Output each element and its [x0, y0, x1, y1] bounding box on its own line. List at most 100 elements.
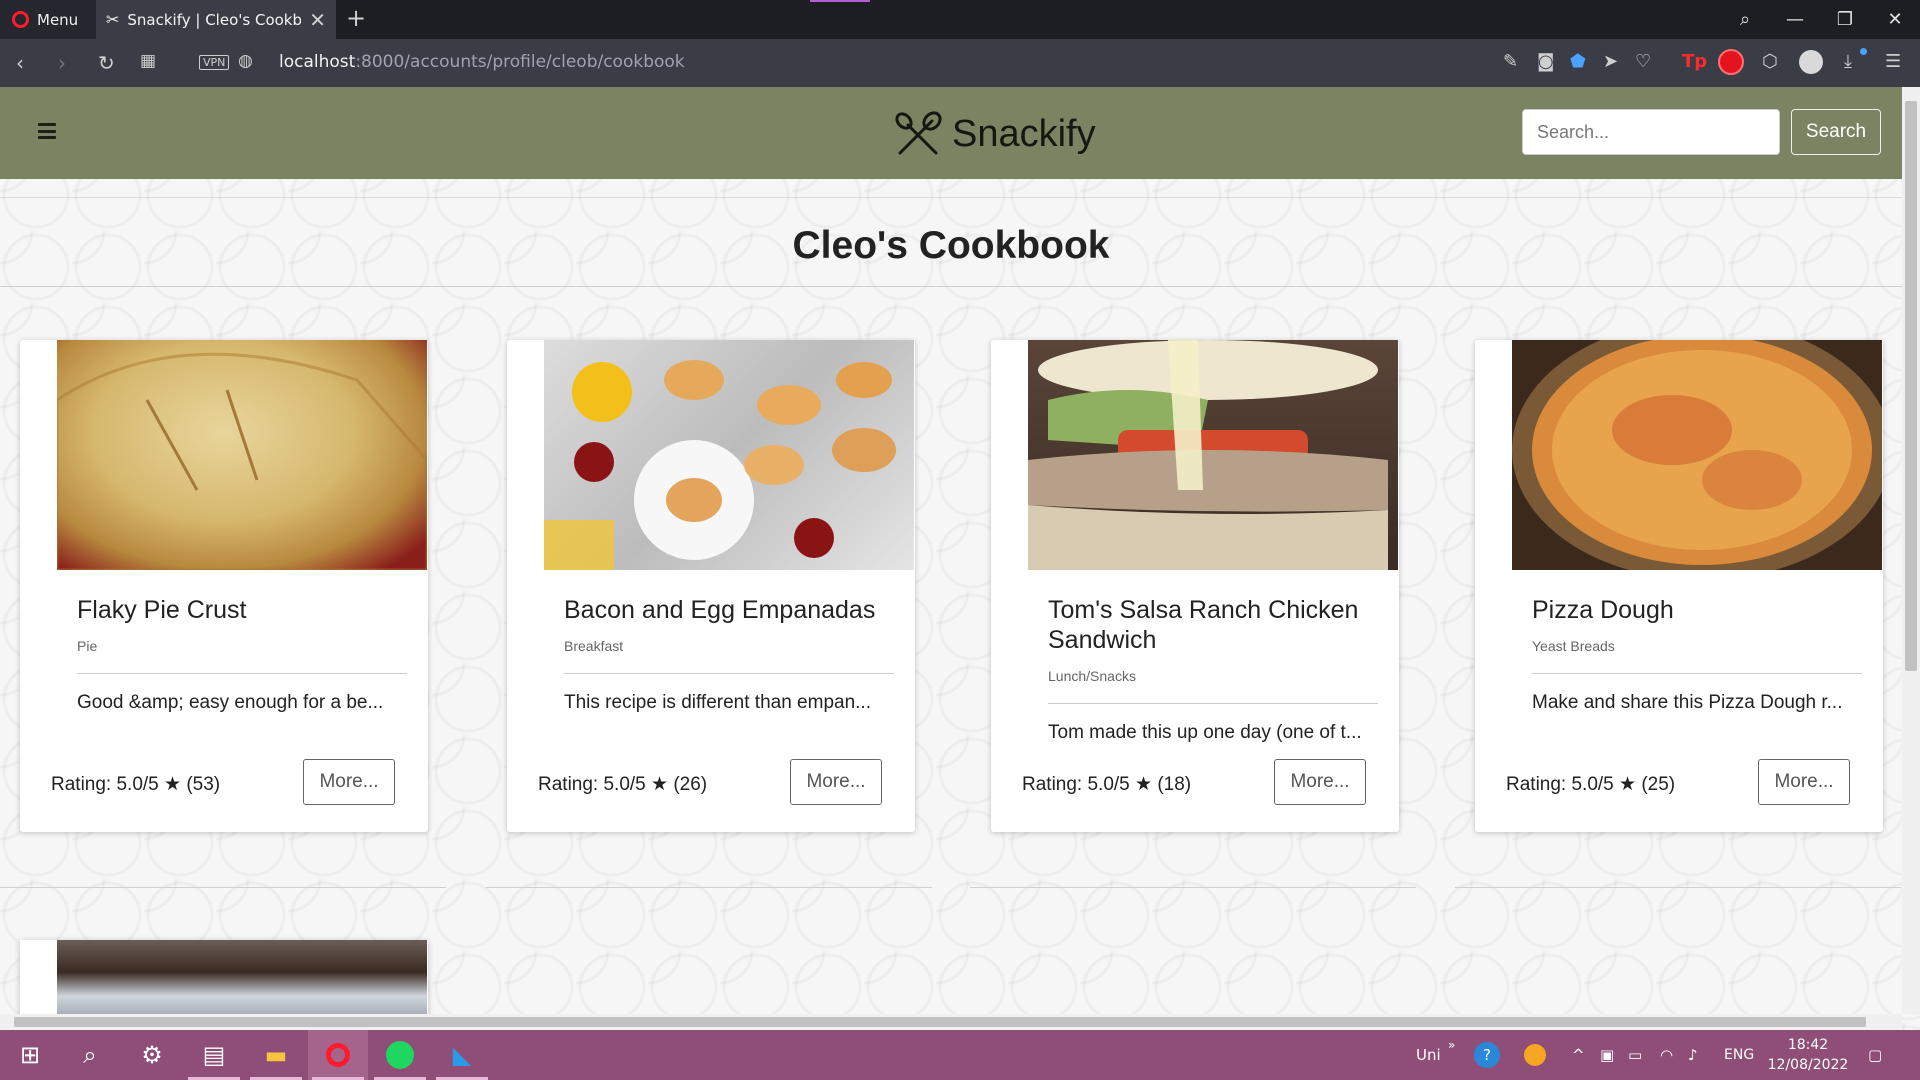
shield-check-icon[interactable]: ⬟ — [1570, 51, 1586, 72]
recipe-description: Make and share this Pizza Dough r... — [1532, 692, 1843, 713]
clock-time: 18:42 — [1787, 1037, 1829, 1053]
recipe-card: Pizza Dough Yeast Breads Make and share … — [1475, 340, 1883, 832]
recipe-description: Good &amp; easy enough for a be... — [77, 692, 384, 713]
recipe-title[interactable]: Pizza Dough — [1532, 595, 1867, 625]
brand-name: Snackify — [952, 112, 1096, 155]
browser-tab-active[interactable]: ✂ Snackify | Cleo's Cookbook ✕ — [96, 0, 336, 39]
hamburger-menu-icon[interactable] — [38, 123, 56, 139]
computer-app-icon[interactable]: ▤ — [184, 1030, 244, 1080]
search-input[interactable] — [1522, 109, 1780, 155]
horizontal-scrollbar[interactable] — [0, 1014, 1902, 1030]
opera-logo-icon — [12, 11, 29, 28]
more-button[interactable]: More... — [790, 759, 882, 805]
vscode-icon[interactable]: ◣ — [432, 1030, 492, 1080]
edit-icon[interactable]: ✎ — [1503, 51, 1518, 72]
recipe-image-empanadas — [544, 340, 914, 570]
monitor-icon[interactable]: ▣ — [1600, 1030, 1614, 1080]
card-divider — [1532, 673, 1862, 674]
back-icon[interactable]: ‹ — [16, 51, 24, 75]
row-divider — [0, 887, 446, 888]
tab-title: Snackify | Cleo's Cookbook — [127, 10, 302, 29]
tab-close-icon[interactable]: ✕ — [309, 8, 326, 32]
recipe-card: Bacon and Egg Empanadas Breakfast This r… — [507, 340, 915, 832]
file-explorer-icon[interactable]: ▬ — [246, 1030, 306, 1080]
minimize-icon[interactable]: — — [1772, 0, 1818, 39]
help-icon[interactable]: ? — [1474, 1030, 1500, 1080]
vertical-scrollbar[interactable] — [1902, 87, 1920, 1014]
recipe-description: Tom made this up one day (one of t... — [1048, 722, 1362, 743]
easy-setup-icon[interactable]: ☰ — [1885, 51, 1901, 72]
settings-gear-icon[interactable]: ⚙ — [122, 1030, 182, 1080]
vpn-badge[interactable]: VPN — [199, 55, 230, 70]
card-divider — [77, 673, 407, 674]
row-divider — [486, 887, 932, 888]
taskbar-clock[interactable]: 18:42 12/08/2022 — [1766, 1035, 1850, 1075]
recipe-rating: Rating: 5.0/5 ★ (25) — [1506, 774, 1676, 795]
brand-logo[interactable]: Snackify — [892, 109, 1096, 159]
spotify-icon[interactable] — [370, 1030, 430, 1080]
cube-icon[interactable]: ⬡ — [1762, 51, 1778, 72]
reload-icon[interactable]: ↻ — [98, 51, 115, 75]
tray-overflow-chevron-icon[interactable]: » — [1448, 1020, 1455, 1070]
new-tab-icon[interactable]: + — [346, 4, 366, 32]
recipe-title[interactable]: Flaky Pie Crust — [77, 595, 412, 625]
recipe-category: Yeast Breads — [1532, 638, 1615, 654]
tabs-grid-icon[interactable]: ▦ — [140, 51, 156, 71]
camera-icon[interactable]: ◙ — [1537, 51, 1554, 72]
recipe-description: This recipe is different than empan... — [564, 692, 871, 713]
horizontal-scroll-thumb[interactable] — [14, 1017, 1866, 1027]
battery-icon[interactable]: ▭ — [1628, 1030, 1642, 1080]
send-icon[interactable]: ➤ — [1603, 51, 1618, 72]
recipe-rating: Rating: 5.0/5 ★ (53) — [51, 774, 221, 795]
recipe-title[interactable]: Bacon and Egg Empanadas — [564, 595, 899, 625]
windows-taskbar: ⊞ ⌕ ⚙ ▤ ▬ ◣ Uni » ? ^ ▣ ▭ ◠ ♪ ENG 18:42 … — [0, 1030, 1920, 1080]
language-indicator[interactable]: ENG — [1724, 1030, 1754, 1080]
restore-icon[interactable]: ❐ — [1822, 0, 1868, 39]
row-divider — [1455, 887, 1901, 888]
adblock-shield-icon[interactable] — [1718, 49, 1744, 75]
volume-icon[interactable]: ♪ — [1688, 1030, 1698, 1080]
notifications-icon[interactable]: ▢ — [1868, 1030, 1882, 1080]
card-divider — [1048, 703, 1378, 704]
recipe-rating: Rating: 5.0/5 ★ (26) — [538, 774, 708, 795]
taskbar-search-icon[interactable]: ⌕ — [60, 1030, 120, 1080]
tp-extension-icon[interactable]: Tp — [1682, 51, 1707, 72]
orange-app-icon[interactable] — [1524, 1030, 1546, 1080]
browser-search-icon[interactable]: ⌕ — [1722, 0, 1768, 39]
globe-icon[interactable]: ◍ — [238, 51, 253, 71]
windows-start-icon[interactable]: ⊞ — [0, 1030, 60, 1080]
recipe-card: Flaky Pie Crust Pie Good &amp; easy enou… — [20, 340, 428, 832]
more-button[interactable]: More... — [1758, 759, 1850, 805]
url-host: localhost — [279, 52, 356, 72]
show-hidden-icons-icon[interactable]: ^ — [1572, 1030, 1585, 1080]
address-bar: ‹ › ↻ ▦ VPN ◍ localhost:8000/accounts/pr… — [0, 39, 1920, 87]
opera-taskbar-icon[interactable] — [308, 1030, 368, 1080]
search-button[interactable]: Search — [1791, 109, 1881, 155]
clock-date: 12/08/2022 — [1767, 1057, 1849, 1073]
site-navbar: Snackify Search — [0, 87, 1902, 179]
browser-menu-button[interactable]: Menu — [0, 0, 96, 39]
browser-menu-label: Menu — [37, 10, 79, 29]
more-button[interactable]: More... — [303, 759, 395, 805]
page-header: Cleo's Cookbook — [0, 197, 1902, 287]
forward-icon[interactable]: › — [58, 51, 66, 75]
row-divider — [970, 887, 1416, 888]
recipe-image-pizza — [1512, 340, 1882, 570]
more-button[interactable]: More... — [1274, 759, 1366, 805]
download-icon[interactable]: ⤓ — [1844, 51, 1852, 72]
tray-user-label[interactable]: Uni — [1416, 1030, 1441, 1080]
recipe-image-chicken-sandwich — [1028, 340, 1398, 570]
wifi-icon[interactable]: ◠ — [1660, 1030, 1673, 1080]
snackify-favicon-icon: ✂ — [106, 10, 120, 29]
whisk-spoon-logo-icon — [895, 111, 942, 155]
recipe-card: Tom's Salsa Ranch Chicken Sandwich Lunch… — [991, 340, 1399, 832]
vertical-scroll-thumb[interactable] — [1905, 101, 1917, 671]
url-field[interactable]: localhost:8000/accounts/profile/cleob/co… — [279, 52, 685, 72]
recipe-title[interactable]: Tom's Salsa Ranch Chicken Sandwich — [1048, 595, 1383, 655]
window-close-icon[interactable]: ✕ — [1872, 0, 1918, 39]
profile-avatar-icon[interactable] — [1799, 50, 1823, 74]
card-divider — [564, 673, 894, 674]
heart-icon[interactable]: ♡ — [1635, 51, 1651, 72]
browser-tab-bar: Menu ✂ Snackify | Cleo's Cookbook ✕ + ⌕ … — [0, 0, 1920, 39]
recipe-image-pie-crust — [57, 340, 427, 570]
